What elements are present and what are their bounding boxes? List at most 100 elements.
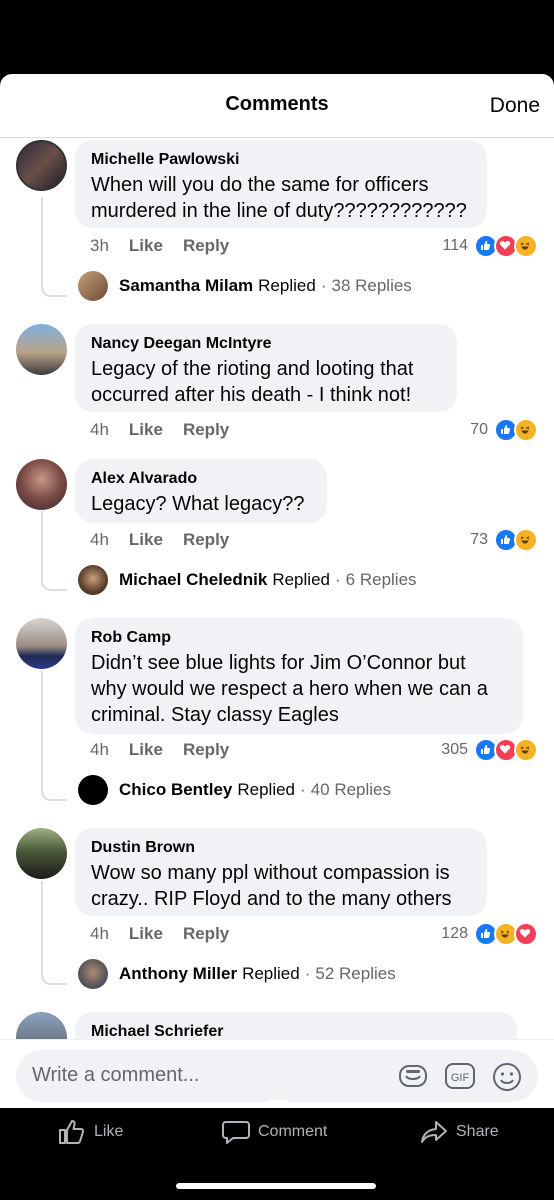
reply-preview[interactable]: Michael Chelednik Replied · 6 Replies [78, 565, 417, 595]
comment-time: 4h [90, 740, 109, 759]
separator-dot: · [320, 276, 327, 295]
reply-count: 6 Replies [345, 570, 417, 589]
reaction-count: 305 [441, 741, 468, 758]
reply-link[interactable]: Reply [183, 924, 229, 943]
comment-bubble[interactable]: Dustin Brown Wow so many ppl without com… [75, 828, 487, 916]
reply-thread-line [41, 511, 67, 591]
reaction-summary[interactable]: 114 [442, 234, 538, 258]
comment-input-placeholder: Write a comment... [32, 1064, 200, 1086]
reply-preview[interactable]: Chico Bentley Replied · 40 Replies [78, 775, 391, 805]
sticker-icon[interactable] [398, 1062, 428, 1090]
comment-tab-label: Comment [258, 1123, 328, 1140]
separator-dot: · [334, 570, 341, 589]
thumbs-up-icon [59, 1120, 85, 1144]
haha-reaction-icon [514, 738, 538, 762]
avatar [78, 271, 108, 301]
avatar[interactable] [16, 324, 67, 375]
commenter-name[interactable]: Michelle Pawlowski [91, 150, 471, 170]
commenter-name[interactable]: Dustin Brown [91, 838, 471, 858]
comment-time: 4h [90, 924, 109, 943]
comment-bubble-icon [222, 1121, 250, 1144]
reply-count: 40 Replies [310, 780, 392, 799]
reply-preview[interactable]: Anthony Miller Replied · 52 Replies [78, 959, 396, 989]
comment-input[interactable]: Write a comment... GIF [16, 1050, 538, 1102]
comment-text: Wow so many ppl without compassion is cra… [91, 862, 452, 910]
replied-label: Replied [237, 780, 296, 799]
like-link[interactable]: Like [129, 530, 163, 549]
haha-reaction-icon [514, 418, 538, 442]
reply-author: Michael Chelednik [119, 570, 268, 589]
reaction-summary[interactable]: 128 [441, 922, 538, 946]
avatar[interactable] [16, 140, 67, 191]
comment-bubble[interactable]: Michelle Pawlowski When will you do the … [75, 140, 487, 228]
comment-text: Legacy of the rioting and looting that oc… [91, 358, 414, 406]
love-reaction-icon [514, 922, 538, 946]
haha-reaction-icon [514, 528, 538, 552]
reaction-count: 114 [442, 237, 468, 254]
reaction-count: 70 [470, 421, 488, 438]
reaction-summary[interactable]: 70 [470, 418, 538, 442]
avatar [78, 959, 108, 989]
comment-time: 4h [90, 530, 109, 549]
share-tab-label: Share [456, 1123, 499, 1140]
reaction-summary[interactable]: 305 [441, 738, 538, 762]
reaction-summary[interactable]: 73 [470, 528, 538, 552]
like-link[interactable]: Like [129, 924, 163, 943]
like-tab-label: Like [94, 1123, 124, 1140]
commenter-name[interactable]: Nancy Deegan McIntyre [91, 334, 441, 354]
home-indicator [176, 1183, 376, 1189]
reply-link[interactable]: Reply [183, 420, 229, 439]
comment-bubble[interactable]: Rob Camp Didn’t see blue lights for Jim … [75, 618, 523, 734]
replied-label: Replied [272, 570, 330, 589]
svg-text:GIF: GIF [451, 1072, 470, 1084]
comments-sheet: Comments Done Michelle Pawlowski When wi… [0, 74, 554, 1108]
avatar[interactable] [16, 828, 67, 879]
separator-dot: · [304, 964, 311, 983]
comment-meta: 4h Like Reply [90, 924, 249, 944]
avatar[interactable] [16, 618, 67, 669]
reply-count: 38 Replies [331, 276, 412, 295]
comment-tab[interactable]: Comment [222, 1119, 327, 1145]
avatar [78, 565, 108, 595]
replied-label: Replied [242, 964, 300, 983]
comments-header: Comments Done [0, 74, 554, 138]
comment-text: Didn’t see blue lights for Jim O’Connor … [91, 652, 488, 726]
reply-thread-line [41, 197, 67, 297]
comment-text: Legacy? What legacy?? [91, 493, 305, 515]
commenter-name[interactable]: Rob Camp [91, 628, 507, 648]
like-link[interactable]: Like [129, 740, 163, 759]
reply-preview[interactable]: Samantha Milam Replied · 38 Replies [78, 271, 412, 301]
share-arrow-icon [421, 1121, 447, 1143]
comment-time: 3h [90, 236, 109, 255]
reply-link[interactable]: Reply [183, 740, 229, 759]
avatar[interactable] [16, 459, 67, 510]
comment-meta: 3h Like Reply [90, 236, 249, 256]
emoji-icon[interactable] [492, 1062, 522, 1091]
separator-dot: · [300, 780, 306, 799]
done-button[interactable]: Done [490, 94, 540, 118]
like-tab[interactable]: Like [58, 1119, 123, 1145]
comment-meta: 4h Like Reply [90, 530, 249, 550]
comment-bubble[interactable]: Alex Alvarado Legacy? What legacy?? [75, 459, 327, 523]
reaction-count: 128 [441, 925, 468, 942]
reaction-count: 73 [470, 531, 488, 548]
commenter-name[interactable]: Alex Alvarado [91, 469, 311, 489]
comment-bubble[interactable]: Nancy Deegan McIntyre Legacy of the riot… [75, 324, 457, 412]
like-link[interactable]: Like [129, 420, 163, 439]
reply-link[interactable]: Reply [183, 236, 229, 255]
comment-text: When will you do the same for officers mu… [91, 174, 467, 222]
reply-author: Chico Bentley [119, 780, 233, 799]
page-title: Comments [225, 93, 329, 115]
reply-author: Samantha Milam [119, 276, 254, 295]
share-tab[interactable]: Share [420, 1119, 499, 1145]
reply-thread-line [41, 881, 67, 985]
comment-meta: 4h Like Reply [90, 420, 249, 440]
like-link[interactable]: Like [129, 236, 163, 255]
avatar [78, 775, 108, 805]
gif-icon[interactable]: GIF [445, 1062, 475, 1090]
reply-author: Anthony Miller [119, 964, 238, 983]
comment-time: 4h [90, 420, 109, 439]
comment-meta: 4h Like Reply [90, 740, 249, 760]
comment-composer: Write a comment... GIF [0, 1039, 554, 1108]
reply-link[interactable]: Reply [183, 530, 229, 549]
